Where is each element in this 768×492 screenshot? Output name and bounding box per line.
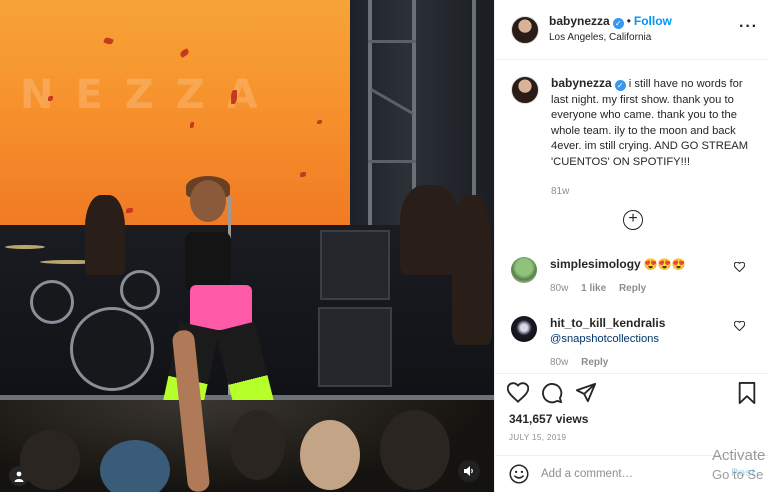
heart-icon[interactable] xyxy=(506,382,531,406)
comment-icon[interactable] xyxy=(541,382,565,406)
caption-username[interactable]: babynezza xyxy=(551,76,612,90)
follow-button[interactable]: Follow xyxy=(634,14,672,28)
post-media[interactable]: NEZZA xyxy=(0,0,494,492)
add-comment-input[interactable] xyxy=(541,464,721,484)
comment-item: simplesimology 😍😍😍 80w 1 like Reply xyxy=(511,257,761,294)
comment-username[interactable]: hit_to_kill_kendralis xyxy=(550,316,665,330)
comment-like-heart-icon[interactable] xyxy=(733,261,746,275)
comment-username[interactable]: simplesimology xyxy=(550,257,641,271)
comment-text: 😍😍😍 xyxy=(643,259,686,271)
comment-mention[interactable]: @snapshotcollections xyxy=(550,333,659,345)
speaker-icon[interactable] xyxy=(458,460,480,482)
comment-item: hit_to_kill_kendralis @snapshotcollectio… xyxy=(511,316,761,368)
view-count[interactable]: 341,657 views xyxy=(509,412,588,426)
location-link[interactable]: Los Angeles, California xyxy=(549,32,651,43)
windows-activation-watermark: Activate Go to Se xyxy=(712,446,765,484)
avatar[interactable] xyxy=(511,16,539,44)
header-username[interactable]: babynezza xyxy=(549,14,610,28)
caption-text: i still have no words for last night. my… xyxy=(551,78,749,168)
watermark-line-1: Activate xyxy=(712,447,766,464)
comments-section: babynezza ✓ i still have no words for las… xyxy=(495,61,768,373)
more-options-icon[interactable]: ··· xyxy=(739,18,758,36)
avatar[interactable] xyxy=(511,76,539,104)
stage-screen: NEZZA xyxy=(0,0,352,228)
comment-likes[interactable]: 1 like xyxy=(581,283,606,294)
comment-timestamp[interactable]: 80w xyxy=(550,357,568,368)
crowd xyxy=(0,400,494,492)
watermark-line-2: Go to Se xyxy=(712,467,764,482)
reply-button[interactable]: Reply xyxy=(619,283,646,294)
verified-badge-icon: ✓ xyxy=(614,80,626,91)
avatar[interactable] xyxy=(511,316,537,342)
person-icon[interactable] xyxy=(9,466,29,486)
bookmark-icon[interactable] xyxy=(737,382,761,406)
post-panel: babynezza ✓ • Follow Los Angeles, Californi… xyxy=(494,0,768,492)
smiley-icon[interactable] xyxy=(509,464,529,484)
comment-like-heart-icon[interactable] xyxy=(733,320,746,334)
caption: babynezza ✓ i still have no words for las… xyxy=(511,76,761,197)
stage-screen-text: NEZZA xyxy=(20,72,280,118)
separator-dot: • xyxy=(626,14,631,28)
reply-button[interactable]: Reply xyxy=(581,357,608,368)
post-header: babynezza ✓ • Follow Los Angeles, Californi… xyxy=(495,0,768,60)
avatar[interactable] xyxy=(511,257,537,283)
caption-timestamp[interactable]: 81w xyxy=(551,186,761,197)
share-icon[interactable] xyxy=(575,382,599,406)
verified-badge-icon: ✓ xyxy=(612,18,624,29)
plus-circle-icon[interactable]: + xyxy=(623,210,643,230)
comment-timestamp[interactable]: 80w xyxy=(550,283,568,294)
post-date[interactable]: JULY 15, 2019 xyxy=(509,433,566,442)
